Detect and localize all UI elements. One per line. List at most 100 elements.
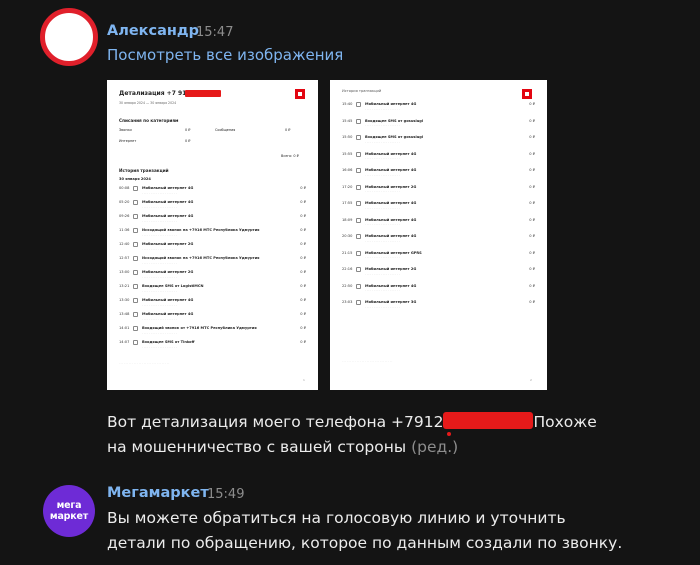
transaction-details: · · · · · · · · · · · · · · · · · · · ·	[142, 288, 177, 293]
transaction-details: · · · · · · · · · · · · · · · · · · · ·	[142, 204, 177, 209]
transaction-title: Мобильный интернет GPRS	[365, 250, 422, 255]
message-text-line1: Вы можете обратиться на голосовую линию …	[107, 509, 566, 527]
doc-total: Всего: 0 ₽	[281, 154, 299, 158]
history-heading: История транзакций	[119, 168, 169, 173]
transaction-time: 00:08	[119, 186, 130, 190]
transaction-amount: 0 ₽	[529, 217, 535, 222]
transaction-title: Мобильный интернет 2G	[142, 242, 194, 246]
transaction-title: Мобильный интернет 4G	[142, 214, 194, 218]
redacted-number	[185, 90, 221, 97]
transaction-details: · · · · · · · · · · · · · · · · · · · ·	[365, 271, 400, 276]
transaction-type-icon	[356, 151, 361, 157]
transaction-row: 22:16 Мобильный интернет 2G · · · · · · · …	[342, 267, 535, 276]
transaction-title: Мобильный интернет 4G	[142, 298, 194, 302]
transaction-details: · · · · · · · · · · · · · · · · · · · ·	[142, 232, 177, 237]
transaction-details: · · · · · · · · · · · · · · · · · · · ·	[365, 205, 400, 210]
transaction-details: · · · · · · · · · · · · · · · · · · · ·	[365, 255, 400, 259]
transaction-time: 05:20	[119, 200, 130, 204]
transaction-time: 20:30	[342, 234, 353, 238]
view-all-images-link[interactable]: Посмотреть все изображения	[107, 46, 343, 64]
transaction-type-icon	[133, 326, 138, 331]
transaction-type-icon	[356, 118, 361, 124]
transaction-details: · · · · · · · · · · · · · · · · · · · ·	[365, 172, 400, 177]
transaction-type-icon	[356, 184, 361, 190]
transaction-type-icon	[356, 135, 361, 140]
transaction-type-icon	[356, 201, 361, 206]
author-name[interactable]: Мегамаркет	[107, 485, 209, 501]
cat-calls-value: 0 ₽	[185, 128, 191, 132]
message-timestamp: 15:47	[196, 25, 234, 40]
transaction-title: Мобильный интернет 4G	[142, 186, 194, 190]
transaction-row: 05:20 Мобильный интернет 4G · · · · · · · …	[119, 200, 306, 209]
transaction-amount: 0 ₽	[300, 256, 306, 260]
transaction-title: Входящее SMS от LogistiMCN	[142, 284, 204, 288]
transaction-time: 14:01	[119, 326, 130, 330]
transaction-title: Мобильный интернет 2G	[142, 270, 194, 274]
transaction-row: 13:00 Мобильный интернет 2G · · · · · · · …	[119, 270, 306, 279]
transaction-details: · · · · · · · · · · · · · · · · · · · ·	[142, 330, 177, 335]
transaction-title: Мобильный интернет 3G	[365, 300, 417, 304]
transaction-title: Входящее SMS от gosuslugi	[365, 135, 424, 139]
transaction-title: Мобильный интернет 4G	[365, 168, 417, 172]
avatar-megamarket[interactable]: мега маркет	[43, 485, 95, 537]
transaction-time: 18:09	[342, 217, 353, 222]
doc-footer: · · · · · · · · · · · · · · · · · · · · …	[119, 362, 170, 365]
transaction-details: · · · · · · · · · · · · · · · · · · · ·	[365, 288, 400, 292]
transaction-time: 22:50	[342, 283, 353, 288]
transaction-row: 17:20 Мобильный интернет 2G · · · · · · · …	[342, 184, 535, 194]
categories-heading: Списания по категориям	[119, 118, 179, 123]
author-name[interactable]: Александр	[107, 23, 199, 39]
message-text: Вот детализация моего телефона +7912 Похо…	[107, 410, 597, 460]
page-number: 1	[303, 378, 305, 382]
transaction-type-icon	[356, 267, 361, 272]
transaction-amount: 0 ₽	[300, 340, 306, 344]
cat-sms-value: 0 ₽	[285, 128, 291, 132]
transaction-type-icon	[133, 214, 138, 219]
transaction-type-icon	[356, 300, 361, 305]
transaction-title: Входящее SMS от Tinkoff	[142, 340, 195, 344]
transaction-amount: 0 ₽	[529, 250, 535, 255]
transaction-amount: 0 ₽	[300, 284, 306, 288]
transaction-time: 15:50	[342, 135, 353, 139]
transaction-time: 13:30	[119, 298, 130, 302]
transaction-time: 11:36	[119, 228, 130, 232]
transaction-title: Мобильный интернет 2G	[365, 184, 417, 189]
transaction-title: Мобильный интернет 4G	[365, 102, 417, 106]
transaction-details: · · · · · · · · · · · · · · · · · · · ·	[142, 302, 177, 307]
red-dot	[447, 432, 451, 436]
message-text-part2: Похоже	[533, 413, 597, 431]
transaction-time: 15:45	[342, 118, 353, 123]
transaction-time: 09:26	[119, 214, 130, 218]
message-timestamp: 15:49	[207, 487, 245, 502]
transaction-amount: 0 ₽	[529, 102, 535, 106]
redacted-phone	[443, 412, 534, 429]
transaction-title: Мобильный интернет 4G	[365, 217, 417, 222]
transaction-amount: 0 ₽	[300, 214, 306, 218]
message-text-line2: детали по обращению, которое по данным с…	[107, 534, 623, 552]
message-text-line2: на мошенничество с вашей стороны	[107, 438, 407, 456]
transaction-amount: 0 ₽	[300, 228, 306, 232]
transaction-type-icon	[133, 284, 138, 289]
transaction-amount: 0 ₽	[300, 242, 306, 246]
edited-label: (ред.)	[411, 438, 459, 456]
transaction-time: 13:21	[119, 284, 130, 288]
transaction-amount: 0 ₽	[300, 270, 306, 274]
transaction-row: 13:30 Мобильный интернет 4G · · · · · · · …	[119, 298, 306, 307]
transaction-row: 00:08 Мобильный интернет 4G · · · · · · · …	[119, 186, 306, 195]
transaction-type-icon	[133, 186, 138, 191]
transaction-details: · · · · · · · · · · · · · · · · · · · ·	[365, 189, 400, 193]
doc2-header: История транзакций	[342, 89, 382, 93]
transaction-time: 23:03	[342, 300, 353, 304]
transaction-title: Мобильный интернет 2G	[365, 267, 417, 271]
avatar-aleksandr[interactable]	[40, 8, 98, 66]
transaction-time: 22:16	[342, 267, 353, 271]
transaction-row: 09:26 Мобильный интернет 4G · · · · · · · …	[119, 214, 306, 223]
transaction-details: · · · · · · · · · · · · · · · · · · · ·	[365, 106, 400, 111]
statement-image-page-2[interactable]: История транзакций 15:40 Мобильный интерн…	[330, 80, 547, 390]
transaction-row: 20:30 Мобильный интернет 4G · · · · · · · …	[342, 234, 535, 243]
transaction-details: · · · · · · · · · · · · · · · · · · · ·	[365, 139, 400, 144]
transaction-type-icon	[356, 250, 361, 256]
doc-title: Детализация +7 912	[119, 90, 191, 97]
statement-image-page-1[interactable]: Детализация +7 912 30 января 2024 — 30 я…	[107, 80, 318, 390]
transaction-time: 21:15	[342, 250, 353, 255]
